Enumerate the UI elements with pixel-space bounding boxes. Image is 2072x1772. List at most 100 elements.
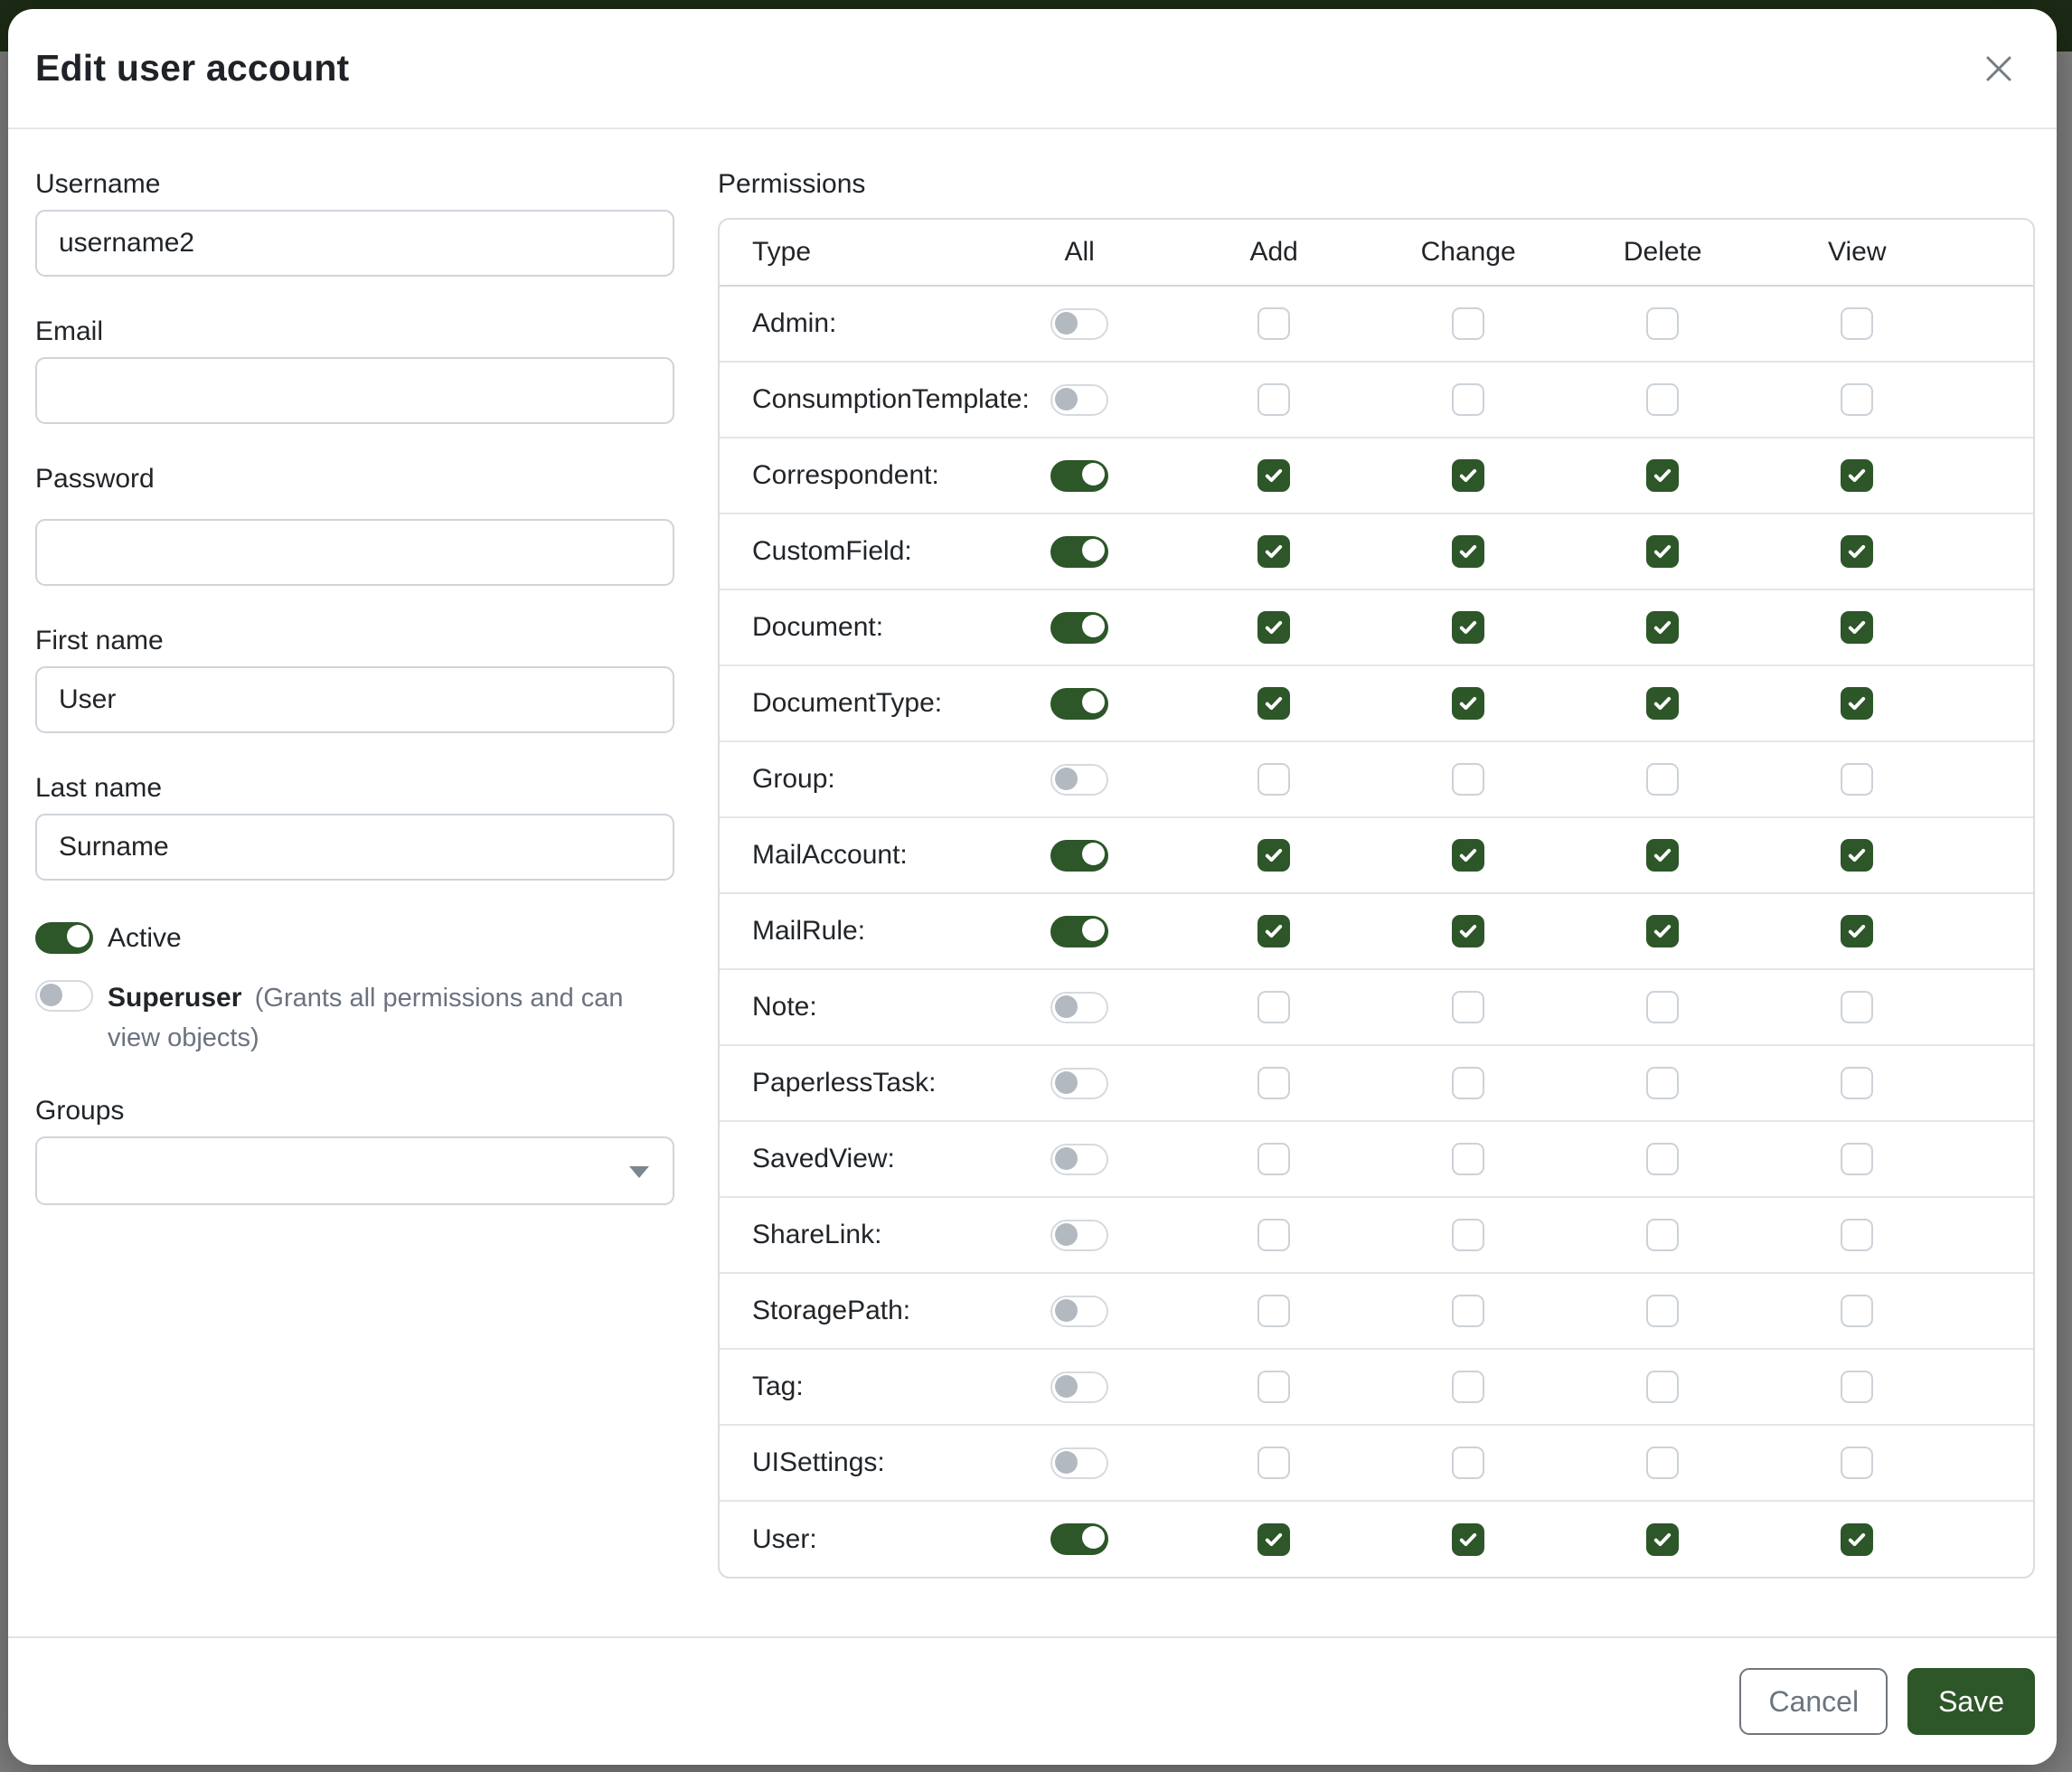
permission-add-checkbox[interactable] [1257, 1219, 1290, 1251]
permission-view-checkbox[interactable] [1841, 307, 1873, 340]
permission-delete-checkbox[interactable] [1646, 611, 1679, 644]
permission-change-checkbox[interactable] [1452, 1523, 1484, 1556]
permission-delete-checkbox[interactable] [1646, 1447, 1679, 1479]
permission-all-toggle[interactable] [1050, 1144, 1108, 1175]
permission-add-checkbox[interactable] [1257, 383, 1290, 416]
permission-delete-checkbox[interactable] [1646, 535, 1679, 568]
superuser-toggle[interactable] [35, 980, 93, 1012]
permission-all-toggle[interactable] [1050, 1371, 1108, 1403]
permission-delete-checkbox[interactable] [1646, 1067, 1679, 1099]
permission-add-checkbox[interactable] [1257, 1447, 1290, 1479]
permission-add-checkbox[interactable] [1257, 307, 1290, 340]
permission-delete-checkbox[interactable] [1646, 991, 1679, 1023]
permission-add-checkbox[interactable] [1257, 1371, 1290, 1403]
permission-all-toggle[interactable] [1050, 460, 1108, 492]
email-input[interactable] [35, 357, 674, 424]
permission-all-toggle[interactable] [1050, 840, 1108, 872]
permission-all-toggle[interactable] [1050, 308, 1108, 340]
first-name-input[interactable] [35, 666, 674, 733]
permission-all-toggle[interactable] [1050, 992, 1108, 1023]
permission-add-checkbox[interactable] [1257, 763, 1290, 796]
permission-all-toggle[interactable] [1050, 764, 1108, 796]
permission-delete-checkbox[interactable] [1646, 1219, 1679, 1251]
permission-all-toggle[interactable] [1050, 1523, 1108, 1555]
permission-view-checkbox[interactable] [1841, 459, 1873, 492]
username-input[interactable] [35, 210, 674, 277]
permission-change-checkbox[interactable] [1452, 1371, 1484, 1403]
permission-change-checkbox[interactable] [1452, 1067, 1484, 1099]
permission-type-label: Document: [720, 589, 983, 665]
permission-change-checkbox[interactable] [1452, 991, 1484, 1023]
permission-change-checkbox[interactable] [1452, 307, 1484, 340]
permissions-label: Permissions [718, 169, 2035, 200]
permission-view-checkbox[interactable] [1841, 611, 1873, 644]
permission-change-checkbox[interactable] [1452, 1143, 1484, 1175]
permission-change-checkbox[interactable] [1452, 459, 1484, 492]
close-button[interactable] [1977, 47, 2020, 90]
permission-all-toggle[interactable] [1050, 384, 1108, 416]
check-icon [1846, 693, 1868, 714]
last-name-input[interactable] [35, 814, 674, 881]
permission-all-toggle[interactable] [1050, 1068, 1108, 1099]
permission-delete-checkbox[interactable] [1646, 763, 1679, 796]
permission-view-checkbox[interactable] [1841, 915, 1873, 947]
permission-all-toggle[interactable] [1050, 612, 1108, 644]
permission-add-checkbox[interactable] [1257, 991, 1290, 1023]
permission-delete-checkbox[interactable] [1646, 915, 1679, 947]
cancel-button[interactable]: Cancel [1739, 1668, 1888, 1735]
permission-view-checkbox[interactable] [1841, 687, 1873, 720]
permission-view-checkbox[interactable] [1841, 1523, 1873, 1556]
permission-delete-checkbox[interactable] [1646, 1295, 1679, 1327]
permission-view-checkbox[interactable] [1841, 535, 1873, 568]
permission-view-checkbox[interactable] [1841, 1067, 1873, 1099]
permission-delete-checkbox[interactable] [1646, 1523, 1679, 1556]
permission-add-checkbox[interactable] [1257, 611, 1290, 644]
permission-delete-checkbox[interactable] [1646, 839, 1679, 872]
permission-add-checkbox[interactable] [1257, 1523, 1290, 1556]
permission-add-checkbox[interactable] [1257, 1143, 1290, 1175]
permission-delete-checkbox[interactable] [1646, 383, 1679, 416]
permission-change-checkbox[interactable] [1452, 915, 1484, 947]
active-toggle[interactable] [35, 922, 93, 954]
permission-add-checkbox[interactable] [1257, 915, 1290, 947]
permission-view-checkbox[interactable] [1841, 991, 1873, 1023]
permission-add-checkbox[interactable] [1257, 687, 1290, 720]
permission-delete-checkbox[interactable] [1646, 1371, 1679, 1403]
permission-add-checkbox[interactable] [1257, 1295, 1290, 1327]
permission-view-checkbox[interactable] [1841, 1295, 1873, 1327]
permission-change-checkbox[interactable] [1452, 839, 1484, 872]
permission-all-toggle[interactable] [1050, 916, 1108, 947]
permission-change-checkbox[interactable] [1452, 1219, 1484, 1251]
permission-change-checkbox[interactable] [1452, 383, 1484, 416]
permission-all-toggle[interactable] [1050, 536, 1108, 568]
permission-change-checkbox[interactable] [1452, 687, 1484, 720]
permission-add-checkbox[interactable] [1257, 1067, 1290, 1099]
permission-delete-checkbox[interactable] [1646, 459, 1679, 492]
permission-view-checkbox[interactable] [1841, 1143, 1873, 1175]
permission-all-toggle[interactable] [1050, 688, 1108, 720]
permission-change-checkbox[interactable] [1452, 1447, 1484, 1479]
permission-view-checkbox[interactable] [1841, 1447, 1873, 1479]
permission-all-toggle[interactable] [1050, 1296, 1108, 1327]
permission-add-checkbox[interactable] [1257, 839, 1290, 872]
permission-add-checkbox[interactable] [1257, 459, 1290, 492]
permission-all-toggle[interactable] [1050, 1220, 1108, 1251]
password-input[interactable] [35, 519, 674, 586]
permission-view-checkbox[interactable] [1841, 383, 1873, 416]
permission-delete-checkbox[interactable] [1646, 307, 1679, 340]
permission-delete-checkbox[interactable] [1646, 687, 1679, 720]
groups-select[interactable] [35, 1136, 674, 1205]
permission-view-checkbox[interactable] [1841, 763, 1873, 796]
permission-view-checkbox[interactable] [1841, 1371, 1873, 1403]
permission-delete-checkbox[interactable] [1646, 1143, 1679, 1175]
permission-view-checkbox[interactable] [1841, 1219, 1873, 1251]
permission-all-toggle[interactable] [1050, 1447, 1108, 1479]
permission-change-checkbox[interactable] [1452, 535, 1484, 568]
permission-view-checkbox[interactable] [1841, 839, 1873, 872]
permission-add-checkbox[interactable] [1257, 535, 1290, 568]
check-icon [1457, 1529, 1479, 1550]
permission-change-checkbox[interactable] [1452, 1295, 1484, 1327]
permission-change-checkbox[interactable] [1452, 763, 1484, 796]
permission-change-checkbox[interactable] [1452, 611, 1484, 644]
save-button[interactable]: Save [1907, 1668, 2035, 1735]
